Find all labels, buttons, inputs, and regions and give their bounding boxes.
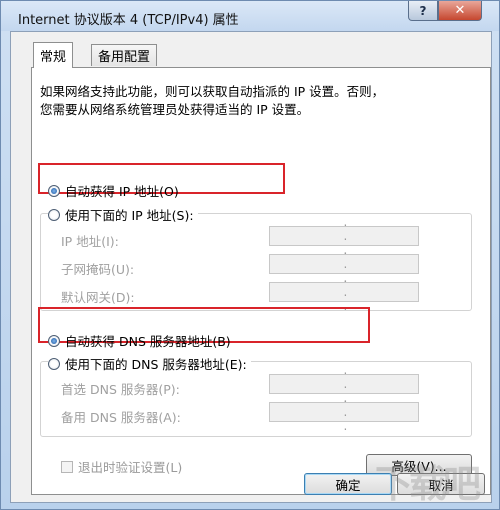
validate-on-exit-label: 退出时验证设置(L) — [78, 460, 183, 475]
tab-general[interactable]: 常规 — [33, 42, 74, 68]
tab-alternate-configuration[interactable]: 备用配置 — [91, 44, 158, 66]
radio-auto-dns[interactable]: 自动获得 DNS 服务器地址(B) — [48, 331, 231, 350]
description-text: 如果网络支持此功能，则可以获取自动指派的 IP 设置。否则， 您需要从网络系统管… — [40, 83, 480, 119]
radio-auto-ip[interactable]: 自动获得 IP 地址(O) — [48, 181, 179, 200]
radio-manual-dns-label: 使用下面的 DNS 服务器地址(E): — [65, 357, 247, 372]
radio-manual-ip[interactable]: 使用下面的 IP 地址(S): — [48, 205, 198, 224]
general-tab-panel: 如果网络支持此功能，则可以获取自动指派的 IP 设置。否则， 您需要从网络系统管… — [31, 67, 491, 495]
default-gateway-label: 默认网关(D): — [61, 290, 135, 305]
cancel-button[interactable]: 取消 — [397, 473, 485, 495]
window-title: Internet 协议版本 4 (TCP/IPv4) 属性 — [18, 13, 239, 28]
radio-button-icon[interactable] — [48, 357, 60, 370]
radio-button-icon[interactable] — [48, 334, 60, 347]
radio-button-icon[interactable] — [48, 208, 60, 221]
alternate-dns-label: 备用 DNS 服务器(A): — [61, 410, 181, 425]
radio-auto-dns-label: 自动获得 DNS 服务器地址(B) — [65, 334, 231, 349]
description-line-2: 您需要从网络系统管理员处获得适当的 IP 设置。 — [40, 102, 310, 117]
default-gateway-input[interactable]: . . . — [269, 271, 419, 313]
radio-auto-ip-label: 自动获得 IP 地址(O) — [65, 184, 179, 199]
preferred-dns-label: 首选 DNS 服务器(P): — [61, 382, 180, 397]
description-line-1: 如果网络支持此功能，则可以获取自动指派的 IP 设置。否则， — [40, 84, 385, 99]
radio-button-icon[interactable] — [48, 184, 60, 197]
ip-address-label: IP 地址(I): — [61, 234, 119, 249]
help-button[interactable]: ? — [408, 1, 438, 21]
title-bar[interactable]: Internet 协议版本 4 (TCP/IPv4) 属性 ? ✕ — [1, 1, 499, 31]
subnet-mask-label: 子网掩码(U): — [61, 262, 135, 277]
checkbox-icon[interactable] — [61, 460, 73, 473]
alternate-dns-input[interactable]: . . . — [269, 391, 419, 433]
close-button[interactable]: ✕ — [438, 1, 482, 21]
dialog-window: Internet 协议版本 4 (TCP/IPv4) 属性 ? ✕ 常规 备用配… — [0, 0, 500, 510]
validate-on-exit-checkbox[interactable]: 退出时验证设置(L) — [61, 457, 182, 476]
ok-button[interactable]: 确定 — [304, 473, 392, 495]
radio-manual-dns[interactable]: 使用下面的 DNS 服务器地址(E): — [48, 354, 251, 373]
dialog-client-area: 常规 备用配置 如果网络支持此功能，则可以获取自动指派的 IP 设置。否则， 您… — [10, 31, 492, 503]
radio-manual-ip-label: 使用下面的 IP 地址(S): — [65, 208, 194, 223]
